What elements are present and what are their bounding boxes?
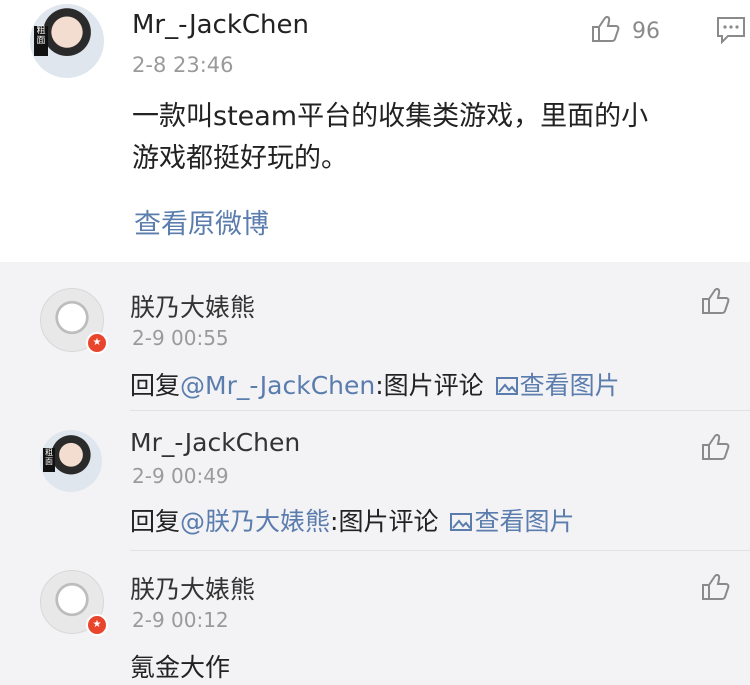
reply-username[interactable]: Mr_-JackChen <box>130 428 300 457</box>
like-button[interactable]: 96 <box>590 14 660 48</box>
avatar[interactable]: 粗面 <box>30 4 104 78</box>
reply-suffix: :图片评论 <box>375 371 484 400</box>
view-image-label: 查看图片 <box>474 507 575 536</box>
thumbs-up-icon <box>590 14 622 48</box>
main-comment: 粗面 Mr_-JackChen 2-8 23:46 96 一款叫steam平台的… <box>0 0 750 262</box>
comment-text: 一款叫steam平台的收集类游戏，里面的小 游戏都挺好玩的。 <box>132 96 692 180</box>
image-icon <box>450 509 473 538</box>
verified-badge: ★ <box>86 614 108 636</box>
verified-badge: ★ <box>86 332 108 354</box>
like-count: 96 <box>632 18 660 44</box>
timestamp: 2-8 23:46 <box>132 53 234 77</box>
comment-text-line: 一款叫steam平台的收集类游戏，里面的小 <box>132 101 649 132</box>
divider <box>130 550 750 551</box>
view-image-link[interactable]: 查看图片 <box>450 507 574 536</box>
avatar-tag: 粗面 <box>34 26 48 56</box>
avatar-tag: 粗面 <box>43 448 55 472</box>
mention-link[interactable]: @Mr_-JackChen <box>180 371 375 400</box>
view-image-link[interactable]: 查看图片 <box>495 371 620 402</box>
reply-suffix: :图片评论 <box>330 507 439 536</box>
comment-icon[interactable] <box>716 16 746 48</box>
reply-timestamp: 2-9 00:12 <box>132 608 229 632</box>
reply-timestamp: 2-9 00:55 <box>132 326 229 350</box>
reply-username[interactable]: 朕乃大婊熊 <box>130 288 255 324</box>
divider <box>130 410 750 411</box>
thumbs-up-icon[interactable] <box>700 286 732 320</box>
reply-username[interactable]: 朕乃大婊熊 <box>130 570 255 606</box>
image-icon <box>495 373 518 402</box>
thumbs-up-icon[interactable] <box>700 572 732 606</box>
reply-text: 回复@Mr_-JackChen:图片评论 查看图片 <box>130 366 620 402</box>
avatar[interactable]: 粗面 <box>40 430 102 492</box>
reply-text: 氪金大作 <box>130 653 231 682</box>
mention-link[interactable]: @朕乃大婊熊 <box>180 507 330 536</box>
thumbs-up-icon[interactable] <box>700 432 732 466</box>
reply-list: ★ 朕乃大婊熊 2-9 00:55 回复@Mr_-JackChen:图片评论 查看… <box>0 262 750 685</box>
reply-text: 回复@朕乃大婊熊:图片评论 查看图片 <box>130 502 574 538</box>
reply-prefix: 回复 <box>130 507 181 536</box>
view-original-link[interactable]: 查看原微博 <box>134 202 269 241</box>
username[interactable]: Mr_-JackChen <box>132 10 309 40</box>
comment-text-line: 游戏都挺好玩的。 <box>132 143 348 174</box>
reply-prefix: 回复 <box>130 371 181 400</box>
view-image-label: 查看图片 <box>519 371 620 400</box>
reply-timestamp: 2-9 00:49 <box>132 464 229 488</box>
